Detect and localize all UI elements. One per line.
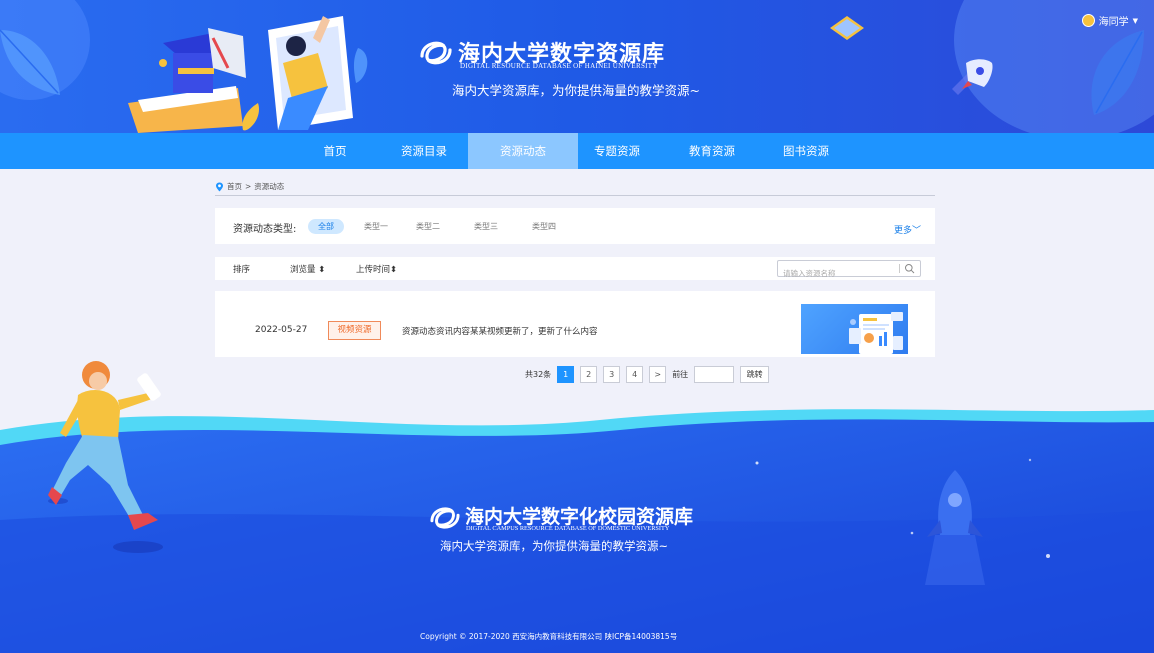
page-button-2[interactable]: 2 (580, 366, 598, 383)
sort-arrows-icon: ⬍ (318, 265, 326, 275)
resource-type-tag: 视频资源 (328, 321, 381, 340)
logo-mark-icon (420, 41, 452, 65)
user-name: 海同学 (1098, 17, 1129, 28)
list-item-thumbnail[interactable] (801, 304, 908, 354)
more-label: 更多 (893, 226, 912, 236)
sort-by-upload-button[interactable]: 上传时间⬍ (356, 263, 397, 275)
next-page-button[interactable]: > (649, 366, 667, 383)
user-menu[interactable]: 海同学 ▼ (1081, 13, 1138, 28)
resource-search-box (777, 260, 921, 281)
list-item-description[interactable]: 资源动态资讯内容某某视频更新了，更新了什么内容 (402, 325, 598, 337)
resource-search-input[interactable] (778, 266, 896, 281)
breadcrumb: 首页 > 资源动态 (215, 181, 935, 196)
page-button-4[interactable]: 4 (626, 366, 644, 383)
sort-arrows-icon: ⬍ (390, 265, 398, 275)
chevron-down-icon: ﹀ (911, 226, 921, 236)
resource-news-list: 2022-05-27 视频资源 资源动态资讯内容某某视频更新了，更新了什么内容 (215, 291, 935, 357)
jump-button[interactable]: 跳转 (740, 366, 770, 383)
filter-chip-type-4[interactable]: 类型四 (522, 219, 566, 234)
avatar (1081, 14, 1095, 27)
goto-label: 前往 (672, 370, 689, 379)
dashboard-illustration-icon (849, 312, 903, 354)
search-icon[interactable] (904, 263, 915, 274)
filter-chip-type-3[interactable]: 类型三 (464, 219, 508, 234)
sort-by-upload-label: 上传时间 (356, 265, 391, 275)
rocket-icon (925, 470, 985, 585)
header-tagline: 海内大学资源库，为你提供海量的教学资源~ (452, 83, 700, 98)
filter-chip-type-2[interactable]: 类型二 (406, 219, 450, 234)
breadcrumb-current: 资源动态 (254, 182, 285, 191)
leaf-decoration-icon (1091, 30, 1144, 115)
student-illustration (48, 361, 163, 553)
total-count: 共32条 (525, 370, 552, 379)
breadcrumb-separator: > (245, 182, 252, 191)
footer-subtitle: DIGITAL CAMPUS RESOURCE DATABASE OF DOME… (466, 525, 670, 532)
nav-item-topic-resources[interactable]: 专题资源 (578, 133, 656, 169)
sort-bar: 排序 浏览量 ⬍ 上传时间⬍ (215, 257, 935, 281)
main-nav: 首页 资源目录 资源动态 专题资源 教育资源 图书资源 (0, 133, 1154, 169)
nav-item-resource-news[interactable]: 资源动态 (468, 133, 578, 169)
location-pin-icon (216, 182, 223, 192)
page-button-3[interactable]: 3 (603, 366, 621, 383)
header-banner: 海内大学数字资源库 DIGITAL RESOURCE DATABASE OF H… (0, 0, 1154, 133)
footer-logo: 海内大学数字化校园资源库 DIGITAL CAMPUS RESOURCE DAT… (428, 502, 728, 538)
nav-item-resource-catalog[interactable]: 资源目录 (380, 133, 468, 169)
sort-by-views-button[interactable]: 浏览量 ⬍ (290, 263, 325, 275)
sort-label: 排序 (233, 265, 251, 275)
pagination: 共32条 1 2 3 4 > 前往 跳转 (525, 366, 770, 383)
nav-item-book-resources[interactable]: 图书资源 (768, 133, 844, 169)
filter-chip-type-1[interactable]: 类型一 (354, 219, 398, 234)
type-filter-bar: 资源动态类型: 全部 类型一 类型二 类型三 类型四 更多﹀ (215, 208, 935, 244)
logo-mark-icon (430, 507, 460, 529)
chevron-down-icon: ▼ (1132, 16, 1138, 25)
breadcrumb-home[interactable]: 首页 (227, 181, 242, 193)
filter-chip-all[interactable]: 全部 (308, 219, 344, 234)
kite-decoration-icon (830, 16, 864, 40)
more-filters-button[interactable]: 更多﹀ (894, 223, 921, 236)
leaf-decoration-icon (0, 29, 60, 95)
list-item-date: 2022-05-27 (255, 325, 308, 335)
goto-page-input[interactable] (694, 366, 735, 383)
sort-by-views-label: 浏览量 (290, 265, 316, 275)
rocket-icon (952, 59, 993, 95)
nav-item-home[interactable]: 首页 (290, 133, 380, 169)
copyright-text: Copyright © 2017-2020 西安海内教育科技有限公司 陕ICP备… (420, 632, 678, 641)
site-subtitle: DIGITAL RESOURCE DATABASE OF HAINEI UNIV… (460, 62, 658, 70)
nav-item-education-resources[interactable]: 教育资源 (656, 133, 768, 169)
hero-illustration (128, 16, 368, 133)
page-button-1[interactable]: 1 (557, 366, 575, 383)
filter-label: 资源动态类型: (233, 224, 297, 235)
footer-tagline: 海内大学资源库，为你提供海量的教学资源~ (440, 539, 669, 553)
site-logo[interactable]: 海内大学数字资源库 DIGITAL RESOURCE DATABASE OF H… (418, 36, 708, 76)
